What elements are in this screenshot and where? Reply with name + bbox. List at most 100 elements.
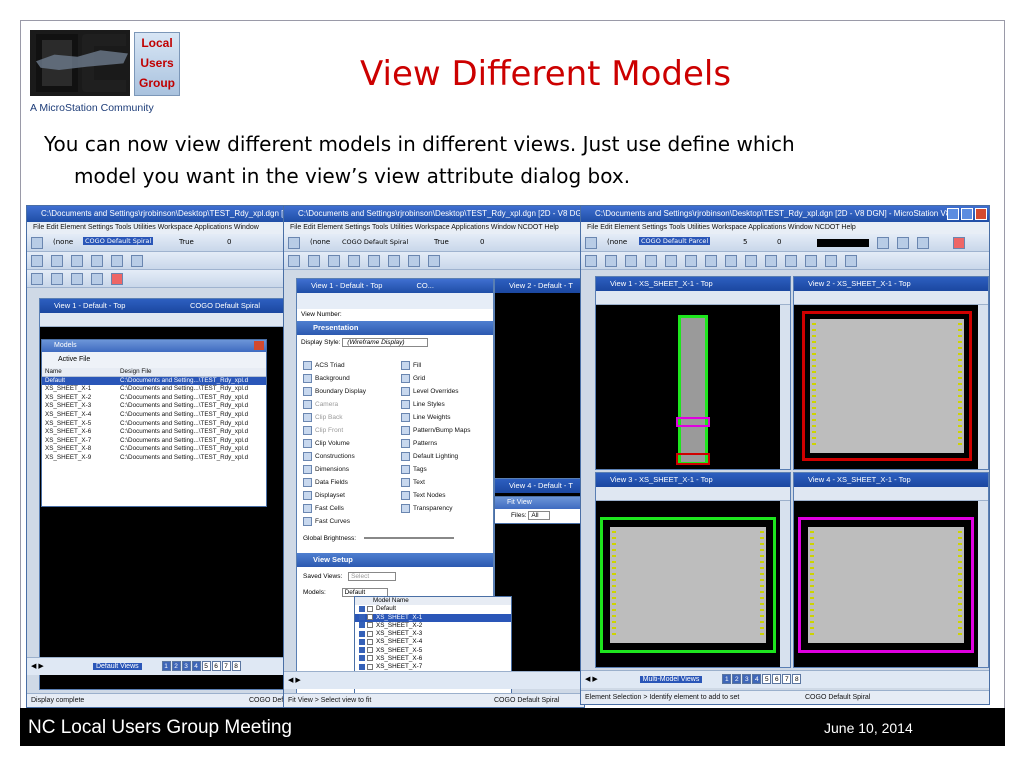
model-checkbox[interactable] — [367, 605, 373, 612]
table-row[interactable]: XS_SHEET_X-5 C:\Documents and Setting...\… — [42, 420, 266, 429]
list-item[interactable]: XS_SHEET_X-4 — [355, 638, 511, 646]
vertical-scrollbar[interactable] — [978, 305, 988, 469]
tool-icon[interactable] — [685, 255, 697, 267]
print-icon[interactable] — [897, 237, 909, 249]
active-level-icon[interactable] — [288, 237, 300, 249]
view-toolbar[interactable] — [596, 291, 790, 305]
presentation-toggle[interactable]: Grid — [401, 372, 493, 385]
vertical-scrollbar[interactable] — [780, 501, 790, 667]
vertical-scrollbar[interactable] — [780, 305, 790, 469]
menu-bar[interactable]: File Edit Element Settings Tools Utiliti… — [284, 222, 584, 234]
table-row[interactable]: Default C:\Documents and Setting...\TEST_… — [42, 376, 266, 386]
presentation-toggle[interactable]: Fast Curves — [303, 515, 399, 528]
level-dropdown[interactable]: (none — [607, 238, 627, 246]
table-row[interactable]: XS_SHEET_X-4 C:\Documents and Setting...\… — [42, 411, 266, 420]
tool-icon[interactable] — [368, 255, 380, 267]
view-number-buttons[interactable]: 12345678 — [722, 674, 802, 685]
view-groups-dropdown[interactable]: Default Views — [92, 663, 142, 670]
presentation-toggle[interactable]: Line Weights — [401, 411, 493, 424]
tool-icon[interactable] — [91, 255, 103, 267]
tool-icon[interactable] — [845, 255, 857, 267]
list-item[interactable]: XS_SHEET_X-3 — [355, 630, 511, 638]
presentation-toggle[interactable]: Transparency — [401, 502, 493, 515]
model-checkbox[interactable] — [367, 663, 373, 670]
tool-icon[interactable] — [288, 255, 300, 267]
view-groups-dropdown[interactable]: Multi-Model Views — [639, 676, 703, 683]
tool-icon[interactable] — [665, 255, 677, 267]
presentation-toggle[interactable]: Fast Cells — [303, 502, 399, 515]
presentation-toggle[interactable]: Default Lighting — [401, 450, 493, 463]
presentation-toggle[interactable]: Clip Back — [303, 411, 399, 424]
view-number-buttons[interactable]: 12345678 — [161, 661, 242, 672]
presentation-toggle[interactable]: Camera — [303, 398, 399, 411]
table-row[interactable]: XS_SHEET_X-8 C:\Documents and Setting...\… — [42, 445, 266, 454]
presentation-toggle[interactable]: Text — [401, 476, 493, 489]
view-1-xs-sheet[interactable]: View 1 - XS_SHEET_X-1 - Top — [595, 276, 791, 470]
style-dropdown[interactable]: COGO Default Spiral — [342, 238, 408, 246]
model-checkbox[interactable] — [367, 647, 373, 654]
tool-icon[interactable] — [308, 255, 320, 267]
maximize-icon[interactable] — [961, 208, 973, 220]
list-item[interactable]: XS_SHEET_X-5 — [355, 647, 511, 655]
tool-icon[interactable] — [585, 255, 597, 267]
presentation-toggle[interactable]: Text Nodes — [401, 489, 493, 502]
presentation-toggle[interactable]: Constructions — [303, 450, 399, 463]
active-file-dropdown[interactable]: Active File — [58, 356, 90, 363]
presentation-toggle[interactable]: Clip Front — [303, 424, 399, 437]
view-toolbar[interactable] — [596, 487, 790, 501]
table-row[interactable]: XS_SHEET_X-9 C:\Documents and Setting...\… — [42, 454, 266, 463]
help-icon[interactable] — [111, 273, 123, 285]
tool-icon[interactable] — [348, 255, 360, 267]
table-row[interactable]: XS_SHEET_X-6 C:\Documents and Setting...\… — [42, 428, 266, 437]
nav-back-icon[interactable]: ◀ ▶ — [31, 658, 91, 675]
tool-icon[interactable] — [328, 255, 340, 267]
close-icon[interactable] — [975, 208, 987, 220]
model-checkbox[interactable] — [367, 622, 373, 629]
style-dropdown[interactable]: COGO Default Spiral — [83, 237, 154, 245]
presentation-toggle[interactable]: Pattern/Bump Maps — [401, 424, 493, 437]
presentation-toggle[interactable]: Level Overrides — [401, 385, 493, 398]
true-dropdown[interactable]: True — [179, 238, 194, 246]
view-toolbar[interactable] — [794, 487, 988, 501]
view-4-titlebar-window[interactable]: View 4 - Default - T — [494, 478, 584, 498]
col-name[interactable]: Name — [42, 368, 120, 376]
tool-icon[interactable] — [765, 255, 777, 267]
tool-icon[interactable] — [71, 255, 83, 267]
table-row[interactable]: XS_SHEET_X-7 C:\Documents and Setting...\… — [42, 437, 266, 446]
model-checkbox[interactable] — [367, 630, 373, 637]
tool-icon[interactable] — [408, 255, 420, 267]
presentation-toggle[interactable]: Clip Volume — [303, 437, 399, 450]
model-checkbox[interactable] — [367, 613, 373, 620]
help-icon[interactable] — [953, 237, 965, 249]
tool-icon[interactable] — [825, 255, 837, 267]
presentation-toggle[interactable]: Boundary Display — [303, 385, 399, 398]
files-dropdown[interactable]: All — [528, 511, 550, 520]
folder-icon[interactable] — [31, 273, 43, 285]
close-icon[interactable] — [254, 341, 264, 350]
view-setup-section-header[interactable]: View Setup — [297, 553, 493, 567]
style-dropdown[interactable]: COGO Default Parcel — [639, 237, 711, 245]
presentation-toggle[interactable]: Dimensions — [303, 463, 399, 476]
view-3-xs-sheet[interactable]: View 3 - XS_SHEET_X-1 - Top — [595, 472, 791, 668]
tool-icon[interactable] — [51, 255, 63, 267]
presentation-toggle[interactable]: Displayset — [303, 489, 399, 502]
redo-icon[interactable] — [91, 273, 103, 285]
level-dropdown[interactable]: (none — [53, 238, 73, 246]
table-row[interactable]: XS_SHEET_X-3 C:\Documents and Setting...\… — [42, 402, 266, 411]
menu-bar[interactable]: File Edit Element Settings Tools Utiliti… — [27, 222, 289, 234]
tool-icon[interactable] — [625, 255, 637, 267]
tool-icon[interactable] — [725, 255, 737, 267]
tool-icon[interactable] — [428, 255, 440, 267]
view-toolbar[interactable] — [794, 291, 988, 305]
minimize-icon[interactable] — [947, 208, 959, 220]
presentation-toggle[interactable]: Fill — [401, 359, 493, 372]
view-4-xs-sheet[interactable]: View 4 - XS_SHEET_X-1 - Top — [793, 472, 989, 668]
table-row[interactable]: XS_SHEET_X-2 C:\Documents and Setting...\… — [42, 394, 266, 403]
list-item[interactable]: XS_SHEET_X-2 — [355, 622, 511, 630]
presentation-toggle[interactable]: Patterns — [401, 437, 493, 450]
true-dropdown[interactable]: True — [434, 238, 449, 246]
brightness-slider[interactable] — [363, 537, 454, 540]
level-dropdown[interactable]: (none — [310, 238, 330, 246]
vertical-scrollbar[interactable] — [978, 501, 988, 667]
list-item[interactable]: XS_SHEET_X-1 — [355, 613, 511, 622]
